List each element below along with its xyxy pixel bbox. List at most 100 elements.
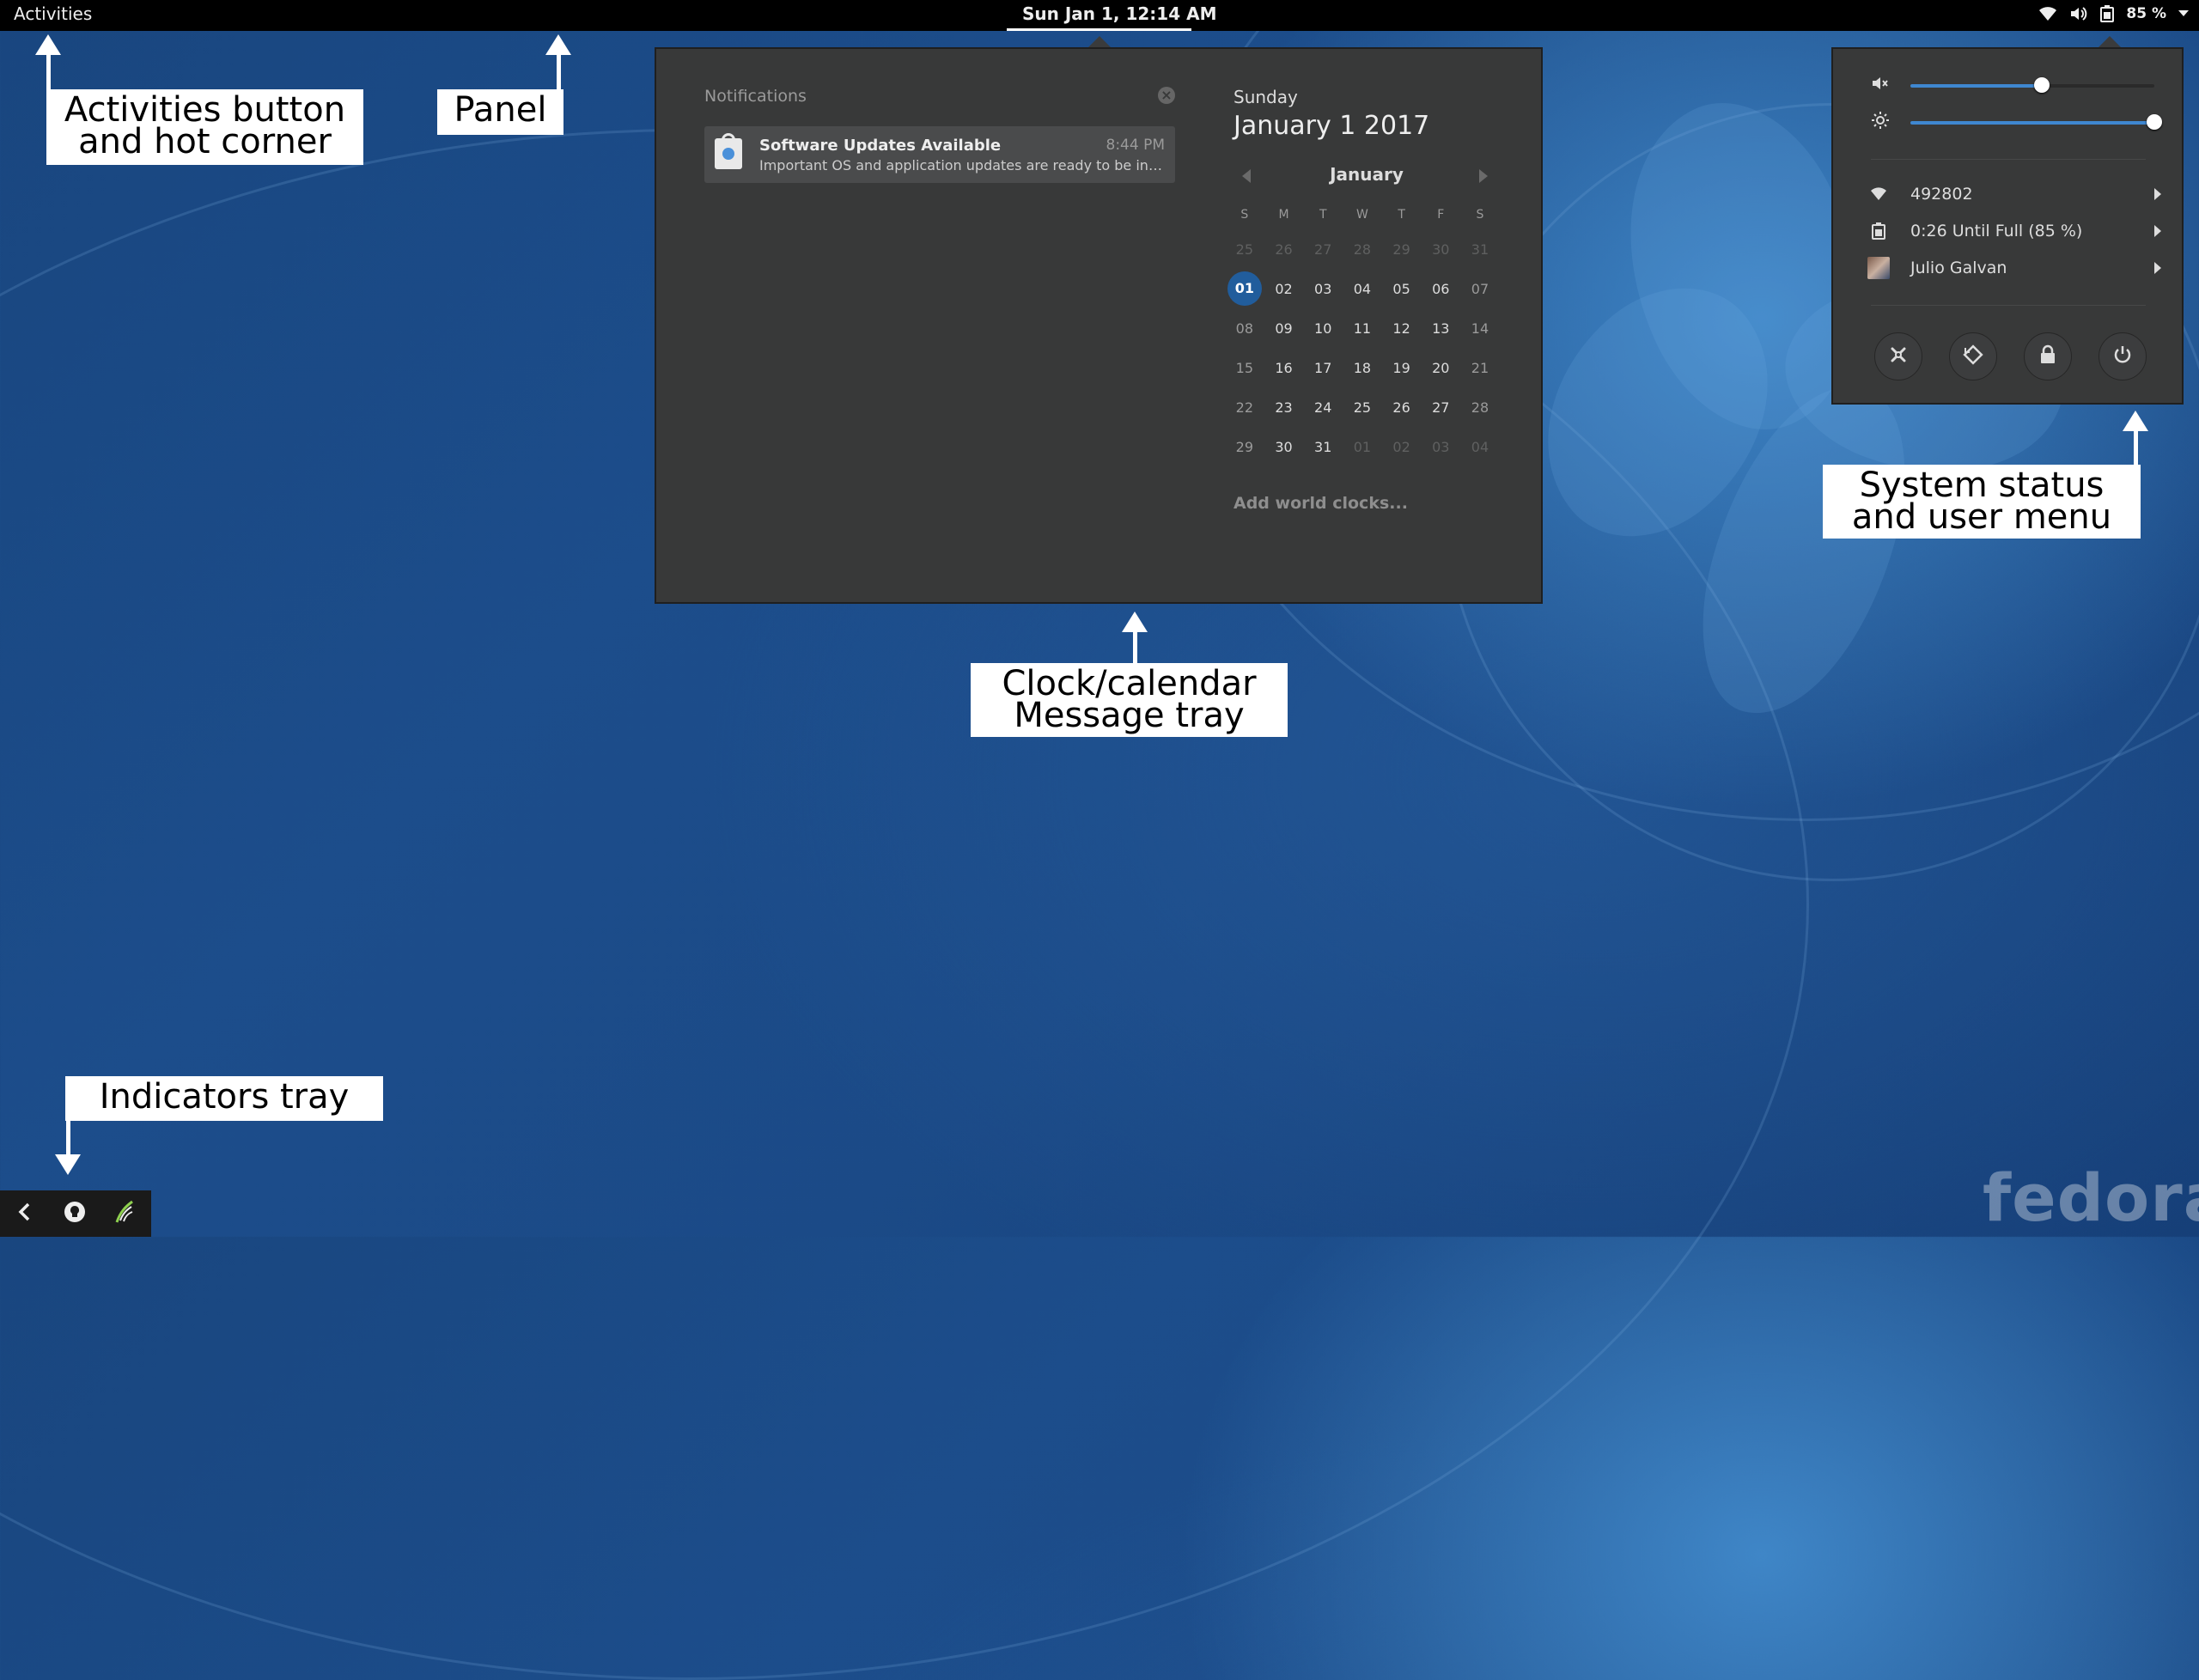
activities-button[interactable]: Activities	[14, 3, 92, 24]
calendar-day[interactable]: 02	[1264, 281, 1304, 297]
calendar-day[interactable]: 03	[1303, 281, 1343, 297]
tray-indicator[interactable]	[100, 1190, 149, 1237]
wifi-network-label: 492802	[1910, 185, 1973, 204]
calendar-day[interactable]: 13	[1421, 320, 1460, 337]
calendar-day[interactable]: 14	[1460, 320, 1500, 337]
calendar-day[interactable]: 25	[1225, 241, 1264, 258]
volume-slider[interactable]	[1910, 77, 2154, 93]
annotation-panel: Panel	[437, 89, 563, 135]
notification-body: Important OS and application updates are…	[759, 157, 1163, 173]
calendar-day[interactable]: 16	[1264, 360, 1304, 376]
calendar-day[interactable]: 30	[1421, 241, 1460, 258]
rotation-lock-icon	[1963, 344, 1983, 368]
tray-indicator[interactable]	[50, 1190, 100, 1237]
calendar-day[interactable]: 18	[1343, 360, 1382, 376]
calendar-day[interactable]: 24	[1303, 399, 1343, 416]
annotation-arrow	[1122, 612, 1148, 663]
calendar-day[interactable]: 11	[1343, 320, 1382, 337]
lightbulb-icon	[63, 1200, 87, 1227]
calendar-day[interactable]: 07	[1460, 281, 1500, 297]
battery-icon	[1867, 222, 1890, 240]
calendar-day[interactable]: 28	[1343, 241, 1382, 258]
calendar-day[interactable]: 23	[1264, 399, 1304, 416]
lock-screen-button[interactable]	[2024, 332, 2072, 380]
calendar-day[interactable]: 09	[1264, 320, 1304, 337]
calendar-grid: S M T W T F S 25 26 27 28 29 30 31 01 02…	[1225, 200, 1500, 466]
volume-row	[1871, 75, 1890, 95]
calendar-day[interactable]: 31	[1460, 241, 1500, 258]
user-menu-item[interactable]: Julio Galvan	[1867, 253, 2168, 283]
calendar-day[interactable]: 05	[1382, 281, 1422, 297]
top-panel: Activities Sun Jan 1, 12:14 AM 85 %	[0, 0, 2199, 31]
back-arrow-icon	[16, 1202, 34, 1226]
clock-button[interactable]: Sun Jan 1, 12:14 AM	[1022, 3, 1216, 24]
brightness-slider-knob[interactable]	[2147, 114, 2162, 130]
calendar-day[interactable]: 30	[1264, 439, 1304, 455]
notification-item[interactable]: Software Updates Available 8:44 PM Impor…	[704, 126, 1175, 183]
calendar-day[interactable]: 12	[1382, 320, 1422, 337]
calendar-day-today[interactable]: 01	[1225, 271, 1264, 306]
calendar-day[interactable]: 26	[1382, 399, 1422, 416]
wifi-icon	[2038, 6, 2057, 21]
calendar-week-row: 01 02 03 04 05 06 07	[1225, 269, 1500, 308]
calendar-day[interactable]: 25	[1343, 399, 1382, 416]
system-status-area[interactable]: 85 %	[2038, 5, 2189, 22]
calendar-day[interactable]: 19	[1382, 360, 1422, 376]
calendar-day[interactable]: 04	[1343, 281, 1382, 297]
brightness-slider[interactable]	[1910, 114, 2162, 130]
calendar-day[interactable]: 29	[1382, 241, 1422, 258]
calendar-day[interactable]: 08	[1225, 320, 1264, 337]
calendar-day[interactable]: 01	[1343, 439, 1382, 455]
calendar-day[interactable]: 20	[1421, 360, 1460, 376]
volume-slider-knob[interactable]	[2034, 77, 2050, 93]
annotation-arrow	[545, 34, 571, 93]
tray-collapse-button[interactable]	[0, 1190, 50, 1237]
next-month-button[interactable]	[1479, 169, 1488, 183]
calendar-day[interactable]: 27	[1303, 241, 1343, 258]
annotation-clock: Clock/calendar Message tray	[971, 663, 1288, 737]
brightness-icon	[1871, 111, 1890, 133]
calendar-day[interactable]: 29	[1225, 439, 1264, 455]
calendar-day[interactable]: 04	[1460, 439, 1500, 455]
brightness-row	[1871, 112, 1890, 132]
battery-menu-item[interactable]: 0:26 Until Full (85 %)	[1867, 216, 2168, 246]
notifications-header: Notifications	[704, 87, 807, 106]
calendar-day[interactable]: 03	[1421, 439, 1460, 455]
settings-button[interactable]	[1874, 332, 1922, 380]
calendar-week-row: 15 16 17 18 19 20 21	[1225, 348, 1500, 387]
weekday-label: T	[1319, 208, 1327, 222]
calendar-week-row: 08 09 10 11 12 13 14	[1225, 308, 1500, 348]
battery-status-label: 0:26 Until Full (85 %)	[1910, 222, 2083, 240]
clear-notifications-button[interactable]: ×	[1158, 87, 1175, 104]
weekday-label: M	[1278, 208, 1289, 222]
annotation-system-menu: System status and user menu	[1823, 465, 2141, 539]
calendar-day[interactable]: 28	[1460, 399, 1500, 416]
add-world-clocks-link[interactable]: Add world clocks...	[1234, 494, 1408, 513]
weekday-label: W	[1355, 208, 1368, 222]
calendar-day[interactable]: 17	[1303, 360, 1343, 376]
calendar-day[interactable]: 10	[1303, 320, 1343, 337]
annotation-text: Panel	[454, 90, 547, 130]
calendar-popover: Notifications × Software Updates Availab…	[655, 47, 1543, 604]
calendar-day[interactable]: 02	[1382, 439, 1422, 455]
software-update-icon	[715, 133, 742, 169]
calendar-day[interactable]: 22	[1225, 399, 1264, 416]
calendar-day[interactable]: 15	[1225, 360, 1264, 376]
rotation-lock-button[interactable]	[1949, 332, 1997, 380]
calendar-day[interactable]: 26	[1264, 241, 1304, 258]
annotation-text: and user menu	[1851, 497, 2112, 537]
dropdown-icon	[2178, 10, 2189, 17]
annotation-indicators: Indicators tray	[65, 1076, 383, 1121]
volume-slider-fill	[1910, 84, 2043, 88]
calendar-day[interactable]: 06	[1421, 281, 1460, 297]
power-icon	[2112, 344, 2133, 368]
user-avatar	[1867, 257, 1890, 279]
previous-month-button[interactable]	[1242, 169, 1251, 183]
today-marker: 01	[1227, 271, 1262, 306]
settings-icon	[1888, 344, 1909, 368]
wifi-menu-item[interactable]: 492802	[1867, 180, 2168, 209]
power-button[interactable]	[2098, 332, 2147, 380]
calendar-day[interactable]: 27	[1421, 399, 1460, 416]
calendar-day[interactable]: 31	[1303, 439, 1343, 455]
calendar-day[interactable]: 21	[1460, 360, 1500, 376]
